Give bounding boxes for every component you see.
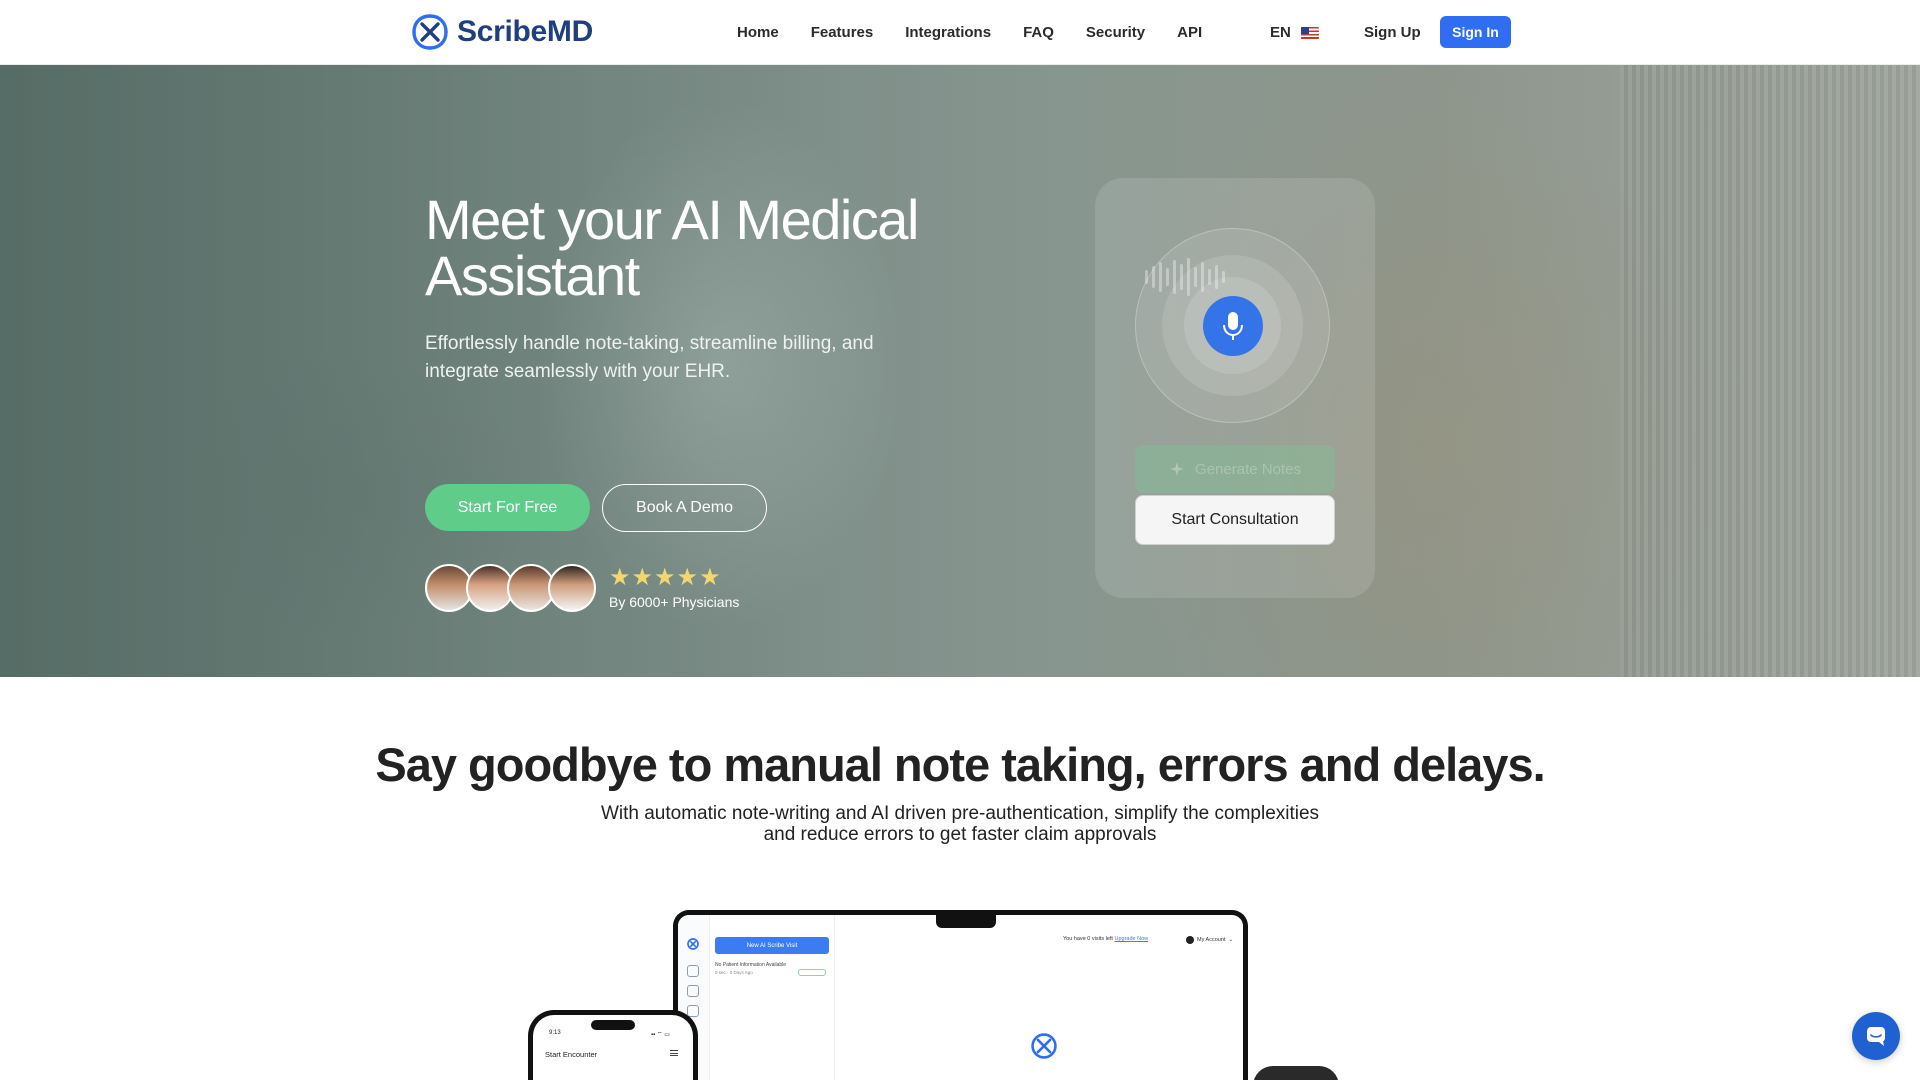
rating-block: ★★★★★ By 6000+ Physicians (609, 564, 740, 611)
main-nav: Home Features Integrations FAQ Security … (737, 0, 1202, 65)
hero-content: Meet your AI Medical Assistant Effortles… (425, 192, 1025, 612)
microphone-button[interactable] (1203, 296, 1263, 356)
consultation-widget: Generate Notes Start Consultation (1095, 178, 1375, 598)
waveform-icon (1145, 258, 1225, 296)
scribemd-logo-icon (687, 938, 699, 950)
phone-status-icons: ▪▪ ⌔ ▭ (651, 1032, 670, 1038)
hero-section: Meet your AI Medical Assistant Effortles… (0, 65, 1920, 677)
visits-remaining: You have 0 visits left Upgrade Now (1063, 936, 1148, 942)
nav-faq[interactable]: FAQ (1023, 24, 1054, 41)
hero-cta-row: Start For Free Book A Demo (425, 484, 767, 532)
chevron-down-icon: ⌄ (1228, 937, 1234, 943)
section-subtitle-line1: With automatic note-writing and AI drive… (600, 803, 1320, 824)
sidebar-users-icon[interactable] (687, 985, 699, 997)
physician-avatars (425, 564, 596, 612)
phone-dynamic-island (591, 1020, 635, 1030)
chat-bubble-icon (1867, 1027, 1885, 1046)
section-subtitle: With automatic note-writing and AI drive… (0, 803, 1920, 845)
section-subtitle-line2: and reduce errors to get faster claim ap… (763, 824, 1157, 845)
smart-speaker-device (1253, 1066, 1339, 1080)
phone-screen-title: Start Encounter (545, 1050, 598, 1059)
account-avatar-icon (1186, 936, 1194, 944)
chat-widget-button[interactable] (1852, 1012, 1900, 1060)
patient-placeholder: No Patient Information Available (715, 962, 787, 968)
generate-notes-label: Generate Notes (1195, 460, 1301, 478)
book-a-demo-button[interactable]: Book A Demo (602, 484, 767, 532)
language-code: EN (1270, 24, 1291, 41)
brand-name: ScribeMD (457, 15, 593, 48)
sign-in-button[interactable]: Sign In (1440, 16, 1511, 48)
hero-background-window (1620, 65, 1920, 677)
social-proof: ★★★★★ By 6000+ Physicians (425, 564, 739, 612)
status-badge (798, 969, 826, 976)
start-for-free-button[interactable]: Start For Free (425, 484, 590, 531)
language-selector[interactable]: EN (1270, 0, 1319, 65)
hamburger-menu-icon[interactable] (670, 1050, 678, 1056)
nav-security[interactable]: Security (1086, 24, 1145, 41)
new-visit-button[interactable]: New AI Scribe Visit (715, 937, 829, 954)
laptop-notch (936, 915, 996, 928)
phone-clock: 9:13 (549, 1030, 561, 1036)
avatar (548, 564, 596, 612)
account-label: My Account (1197, 937, 1226, 943)
us-flag-icon (1300, 26, 1319, 39)
patient-meta: 0 sec · 0 Days Ago (715, 970, 753, 975)
sign-up-link[interactable]: Sign Up (1364, 0, 1421, 65)
section-title: Say goodbye to manual note taking, error… (375, 738, 1545, 791)
hero-title-line1: Meet your AI Medical (425, 188, 919, 251)
account-menu[interactable]: My Account ⌄ (1186, 936, 1233, 944)
visits-left-text: You have 0 visits left (1063, 936, 1113, 942)
phone-mockup: 9:13 ▪▪ ⌔ ▭ Start Encounter (528, 1010, 698, 1080)
microphone-icon (1223, 312, 1243, 340)
start-consultation-button[interactable]: Start Consultation (1135, 495, 1335, 545)
hero-title-line2: Assistant (425, 244, 640, 307)
visit-list: New AI Scribe Visit No Patient Informati… (710, 915, 835, 1080)
physician-count: By 6000+ Physicians (609, 594, 740, 610)
generate-notes-button[interactable]: Generate Notes (1135, 445, 1335, 493)
nav-features[interactable]: Features (811, 24, 874, 41)
nav-home[interactable]: Home (737, 24, 779, 41)
star-rating: ★★★★★ (609, 564, 722, 591)
sparkle-icon (1170, 462, 1185, 476)
brand-logo[interactable]: ScribeMD (409, 11, 593, 53)
site-header: ScribeMD Home Features Integrations FAQ … (0, 0, 1920, 65)
hero-title: Meet your AI Medical Assistant (425, 192, 1025, 304)
upgrade-link[interactable]: Upgrade Now (1114, 936, 1148, 942)
laptop-mockup: New AI Scribe Visit No Patient Informati… (673, 910, 1248, 1080)
sidebar-share-icon[interactable] (687, 965, 699, 977)
hero-subtitle: Effortlessly handle note-taking, streaml… (425, 333, 874, 382)
nav-integrations[interactable]: Integrations (905, 24, 991, 41)
scribemd-logo-icon (1031, 1033, 1057, 1059)
scribemd-logo-icon (412, 14, 448, 50)
nav-api[interactable]: API (1177, 24, 1202, 41)
